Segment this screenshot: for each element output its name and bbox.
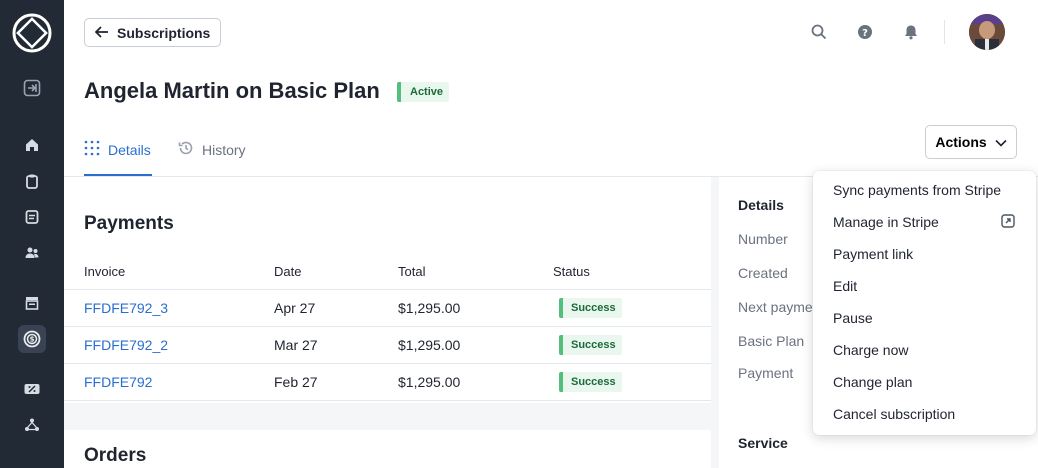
tab-history-label: History bbox=[202, 141, 246, 158]
tab-history[interactable]: History bbox=[178, 140, 246, 159]
external-link-icon bbox=[1001, 214, 1015, 228]
row-divider bbox=[64, 363, 711, 364]
history-icon bbox=[178, 140, 194, 159]
orders-card bbox=[64, 430, 711, 468]
menu-item-cancel-subscription[interactable]: Cancel subscription bbox=[833, 406, 955, 422]
menu-item-sync-stripe[interactable]: Sync payments from Stripe bbox=[833, 182, 1001, 198]
chevron-down-icon bbox=[995, 134, 1007, 150]
detail-label-payment: Payment bbox=[738, 365, 794, 381]
back-to-subscriptions-button[interactable]: Subscriptions bbox=[84, 18, 222, 47]
bell-icon[interactable] bbox=[901, 22, 921, 42]
column-header-invoice: Invoice bbox=[84, 264, 126, 279]
header-divider bbox=[944, 20, 945, 44]
detail-label-plan: Basic Plan bbox=[738, 333, 805, 349]
detail-label-created: Created bbox=[738, 265, 788, 281]
svg-text:?: ? bbox=[862, 28, 868, 39]
main-content: Subscriptions ? Angela Martin on Basic P… bbox=[64, 0, 1038, 468]
page-title: Angela Martin on Basic Plan bbox=[84, 78, 380, 103]
payment-total: $1,295.00 bbox=[398, 374, 461, 390]
tab-details[interactable]: Details bbox=[84, 140, 151, 159]
status-badge: Active bbox=[397, 82, 450, 102]
users-icon[interactable] bbox=[22, 243, 42, 263]
status-badge: Success bbox=[559, 298, 622, 318]
discount-icon[interactable] bbox=[22, 379, 42, 399]
back-button-label: Subscriptions bbox=[117, 24, 211, 41]
column-header-status: Status bbox=[553, 264, 590, 279]
help-icon[interactable]: ? bbox=[855, 22, 875, 42]
avatar[interactable] bbox=[969, 14, 1005, 50]
row-divider bbox=[64, 400, 711, 401]
search-icon[interactable] bbox=[809, 22, 829, 42]
column-header-total: Total bbox=[398, 264, 426, 279]
payment-date: Mar 27 bbox=[274, 337, 318, 353]
actions-button-label: Actions bbox=[935, 134, 987, 150]
actions-menu: Sync payments from Stripe Manage in Stri… bbox=[813, 171, 1036, 435]
status-badge: Success bbox=[559, 372, 622, 392]
clipboard-icon[interactable] bbox=[22, 171, 42, 191]
menu-item-change-plan[interactable]: Change plan bbox=[833, 374, 912, 390]
invoice-link[interactable]: FFDFE792_2 bbox=[84, 337, 168, 353]
menu-item-payment-link[interactable]: Payment link bbox=[833, 246, 913, 262]
detail-label-next-payment: Next payme bbox=[738, 299, 813, 315]
home-icon[interactable] bbox=[22, 135, 42, 155]
payment-total: $1,295.00 bbox=[398, 337, 461, 353]
actions-button[interactable]: Actions bbox=[925, 125, 1017, 159]
payment-date: Apr 27 bbox=[274, 300, 316, 316]
payment-date: Feb 27 bbox=[274, 374, 318, 390]
collapse-icon[interactable] bbox=[22, 78, 42, 98]
service-heading: Service bbox=[738, 435, 788, 451]
invoice-link[interactable]: FFDFE792 bbox=[84, 374, 152, 390]
row-divider bbox=[64, 289, 711, 290]
payments-heading: Payments bbox=[84, 213, 174, 234]
menu-item-manage-stripe[interactable]: Manage in Stripe bbox=[833, 214, 939, 230]
row-divider bbox=[64, 326, 711, 327]
menu-item-edit[interactable]: Edit bbox=[833, 278, 857, 294]
document-icon[interactable] bbox=[22, 207, 42, 227]
svg-text:$: $ bbox=[30, 336, 35, 344]
payment-total: $1,295.00 bbox=[398, 300, 461, 316]
menu-item-charge-now[interactable]: Charge now bbox=[833, 342, 909, 358]
tab-details-label: Details bbox=[108, 141, 151, 158]
sidebar: $ bbox=[0, 0, 64, 468]
column-header-date: Date bbox=[274, 264, 302, 279]
arrow-left-icon bbox=[94, 25, 109, 41]
integrations-icon[interactable] bbox=[22, 415, 42, 435]
orders-heading: Orders bbox=[84, 445, 147, 466]
invoice-link[interactable]: FFDFE792_3 bbox=[84, 300, 168, 316]
status-badge: Success bbox=[559, 335, 622, 355]
detail-label-number: Number bbox=[738, 231, 788, 247]
storefront-icon[interactable] bbox=[22, 293, 42, 313]
payments-card bbox=[64, 177, 711, 403]
subscription-icon[interactable]: $ bbox=[18, 325, 46, 353]
logo-icon[interactable] bbox=[11, 12, 53, 54]
grid-dots-icon bbox=[84, 140, 100, 159]
details-heading: Details bbox=[738, 197, 784, 213]
menu-item-pause[interactable]: Pause bbox=[833, 310, 873, 326]
